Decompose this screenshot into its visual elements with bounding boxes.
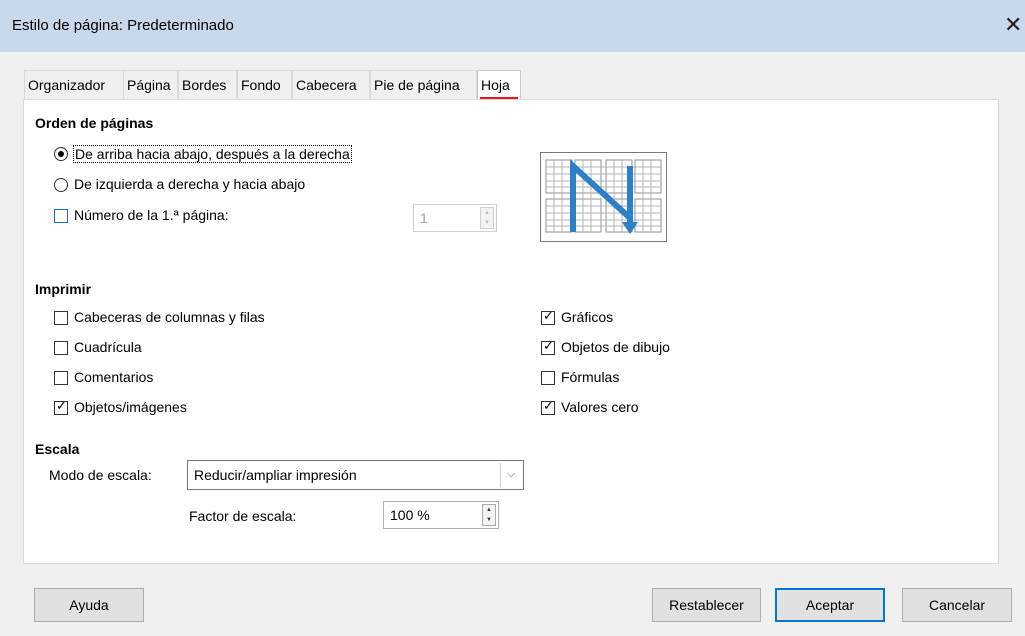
scale-heading: Escala — [35, 441, 80, 457]
tab-label: Hoja — [481, 77, 510, 93]
radio-left-right-down[interactable] — [54, 178, 68, 192]
radio-top-bottom-right-label[interactable]: De arriba hacia abajo, después a la dere… — [73, 145, 352, 163]
tab-bordes[interactable]: Bordes — [178, 70, 237, 99]
check-icon: ✓ — [543, 338, 554, 353]
radio-selected-dot — [58, 151, 64, 157]
tab-hoja[interactable]: Hoja — [477, 70, 521, 100]
tab-label: Bordes — [182, 77, 227, 93]
reset-button[interactable]: Restablecer — [652, 588, 761, 622]
tab-label: Página — [127, 77, 171, 93]
tab-fondo[interactable]: Fondo — [237, 70, 292, 99]
check-icon: ✓ — [543, 398, 554, 413]
first-page-number-label[interactable]: Número de la 1.ª página: — [74, 207, 229, 223]
radio-top-bottom-right[interactable] — [54, 147, 68, 161]
scale-mode-select[interactable]: Reducir/ampliar impresión ⌵ — [187, 460, 524, 490]
check-icon: ✓ — [543, 308, 554, 323]
tab-label: Fondo — [241, 77, 281, 93]
page-order-heading: Orden de páginas — [35, 115, 154, 131]
spin-down-icon[interactable]: ▼ — [481, 218, 493, 228]
tab-label: Pie de página — [374, 77, 460, 93]
print-objects-label[interactable]: Objetos/imágenes — [74, 399, 187, 415]
tab-label: Organizador — [28, 77, 106, 93]
print-headers-checkbox[interactable] — [54, 311, 68, 325]
print-drawings-checkbox[interactable]: ✓ — [541, 338, 555, 355]
ok-button[interactable]: Aceptar — [775, 588, 885, 622]
tab-label: Cabecera — [296, 77, 357, 93]
spin-buttons[interactable]: ▲ ▼ — [482, 504, 496, 526]
print-comments-label[interactable]: Comentarios — [74, 369, 153, 385]
tab-pie-de-pagina[interactable]: Pie de página — [370, 70, 477, 99]
scale-factor-value: 100 % — [390, 507, 430, 523]
tab-cabecera[interactable]: Cabecera — [292, 70, 370, 99]
print-objects-checkbox[interactable]: ✓ — [54, 398, 68, 415]
first-page-number-checkbox[interactable] — [54, 209, 68, 223]
first-page-number-value: 1 — [420, 210, 428, 226]
print-formulas-label[interactable]: Fórmulas — [561, 369, 619, 385]
radio-left-right-down-label[interactable]: De izquierda a derecha y hacia abajo — [74, 176, 305, 192]
scale-mode-value: Reducir/ampliar impresión — [194, 467, 357, 483]
print-grid-checkbox[interactable] — [54, 341, 68, 355]
print-drawings-label[interactable]: Objetos de dibujo — [561, 339, 670, 355]
scale-factor-spinbox[interactable]: 100 % ▲ ▼ — [383, 501, 499, 529]
spin-down-icon[interactable]: ▼ — [483, 515, 495, 525]
print-headers-label[interactable]: Cabeceras de columnas y filas — [74, 309, 265, 325]
first-page-number-spinbox[interactable]: 1 ▲ ▼ — [413, 204, 497, 232]
tab-organizador[interactable]: Organizador — [24, 70, 124, 99]
tab-pagina[interactable]: Página — [123, 70, 178, 99]
print-charts-label[interactable]: Gráficos — [561, 309, 613, 325]
check-icon: ✓ — [56, 398, 67, 413]
tab-panel-hoja — [23, 99, 999, 564]
page-order-preview-image — [540, 152, 667, 242]
cancel-button[interactable]: Cancelar — [902, 588, 1012, 622]
chevron-down-icon[interactable]: ⌵ — [500, 463, 521, 487]
print-charts-checkbox[interactable]: ✓ — [541, 308, 555, 325]
help-button[interactable]: Ayuda — [34, 588, 144, 622]
print-heading: Imprimir — [35, 281, 92, 297]
print-zero-values-checkbox[interactable]: ✓ — [541, 398, 555, 415]
print-formulas-checkbox[interactable] — [541, 371, 555, 385]
print-grid-label[interactable]: Cuadrícula — [74, 339, 142, 355]
spin-up-icon[interactable]: ▲ — [483, 505, 495, 515]
print-comments-checkbox[interactable] — [54, 371, 68, 385]
scale-factor-label: Factor de escala: — [189, 508, 297, 524]
scale-mode-label: Modo de escala: — [49, 467, 152, 483]
spin-up-icon[interactable]: ▲ — [481, 208, 493, 218]
window-title: Estilo de página: Predeterminado — [12, 17, 234, 34]
spin-buttons[interactable]: ▲ ▼ — [480, 207, 494, 229]
close-icon[interactable]: ✕ — [1004, 12, 1022, 38]
print-zero-values-label[interactable]: Valores cero — [561, 399, 639, 415]
